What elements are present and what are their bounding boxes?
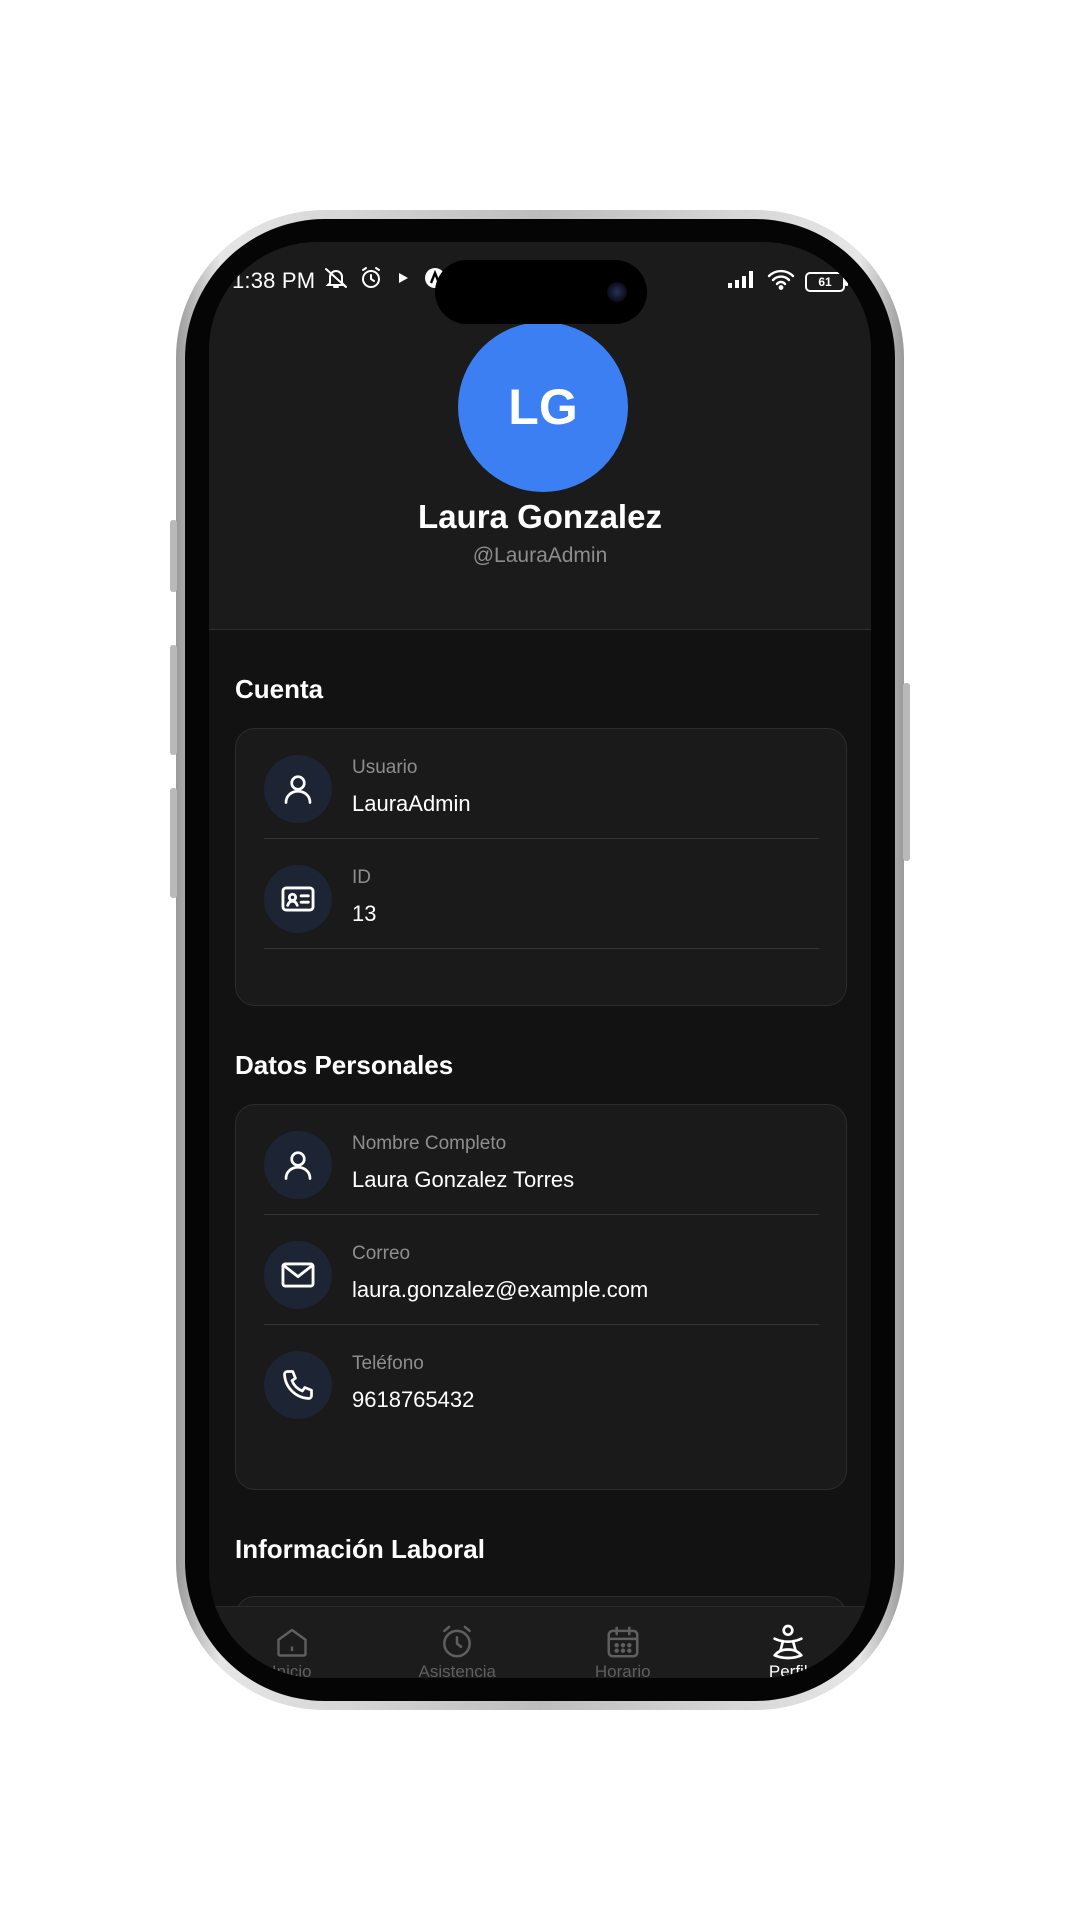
row-id[interactable]: ID 13: [264, 839, 819, 949]
user-icon: [264, 755, 332, 823]
alarm-status-icon: [359, 266, 383, 295]
nav-label: Asistencia: [418, 1662, 496, 1678]
bell-muted-icon: [323, 266, 349, 295]
row-email[interactable]: Correo laura.gonzalez@example.com: [264, 1215, 819, 1325]
nav-item-horario[interactable]: Horario: [540, 1607, 706, 1678]
nav-item-asistencia[interactable]: Asistencia: [375, 1607, 541, 1678]
home-icon: [273, 1623, 311, 1661]
row-label: ID: [352, 867, 371, 888]
power-button: [903, 683, 910, 861]
personal-card: Nombre Completo Laura Gonzalez Torres Co…: [235, 1104, 847, 1490]
wifi-icon: [767, 268, 795, 295]
row-value: laura.gonzalez@example.com: [352, 1277, 649, 1302]
profile-name: Laura Gonzalez: [418, 498, 662, 535]
section-title-account: Cuenta: [235, 674, 324, 704]
row-label: Correo: [352, 1243, 411, 1264]
action-button: [170, 520, 177, 592]
user-icon: [264, 1131, 332, 1199]
row-full-name[interactable]: Nombre Completo Laura Gonzalez Torres: [264, 1105, 819, 1215]
status-time: 1:38 PM: [232, 268, 316, 293]
nav-item-perfil[interactable]: Perfil: [706, 1607, 872, 1678]
volume-down-button: [170, 788, 177, 898]
nav-item-inicio[interactable]: Inicio: [209, 1607, 375, 1678]
section-title-work: Información Laboral: [235, 1534, 485, 1564]
camera-icon: [607, 282, 627, 302]
nav-label: Inicio: [271, 1662, 312, 1678]
status-right-icons: 61: [727, 268, 848, 295]
profile-icon: [768, 1623, 808, 1661]
status-left-icons: [323, 266, 447, 295]
row-label: Teléfono: [352, 1353, 424, 1374]
row-phone[interactable]: Teléfono 9618765432: [264, 1325, 819, 1435]
row-value: 9618765432: [352, 1387, 475, 1412]
signal-icon: [727, 269, 757, 294]
play-icon: [393, 267, 413, 294]
section-title-personal: Datos Personales: [235, 1050, 454, 1080]
app-screen: LG Laura Gonzalez @LauraAdmin 1:38 PM 61…: [209, 242, 871, 1678]
alarm-clock-icon: [438, 1623, 476, 1661]
row-label: Nombre Completo: [352, 1133, 507, 1154]
bottom-nav: Inicio Asistencia Horario Perfil: [209, 1606, 871, 1678]
row-label: Usuario: [352, 757, 418, 778]
profile-handle: @LauraAdmin: [472, 544, 608, 567]
account-card: Usuario LauraAdmin ID 13: [235, 728, 847, 1006]
calendar-icon: [604, 1623, 642, 1661]
volume-up-button: [170, 645, 177, 755]
phone-icon: [264, 1351, 332, 1419]
row-username[interactable]: Usuario LauraAdmin: [264, 729, 819, 839]
avatar: LG: [458, 322, 628, 492]
row-value: LauraAdmin: [352, 791, 471, 816]
battery-icon: 61: [805, 271, 848, 292]
mail-icon: [264, 1241, 332, 1309]
nav-label: Horario: [594, 1662, 651, 1678]
row-value: 13: [352, 901, 377, 926]
nav-label: Perfil: [768, 1662, 808, 1678]
dynamic-island: [435, 260, 647, 324]
row-value: Laura Gonzalez Torres: [352, 1167, 575, 1192]
id-card-icon: [264, 865, 332, 933]
